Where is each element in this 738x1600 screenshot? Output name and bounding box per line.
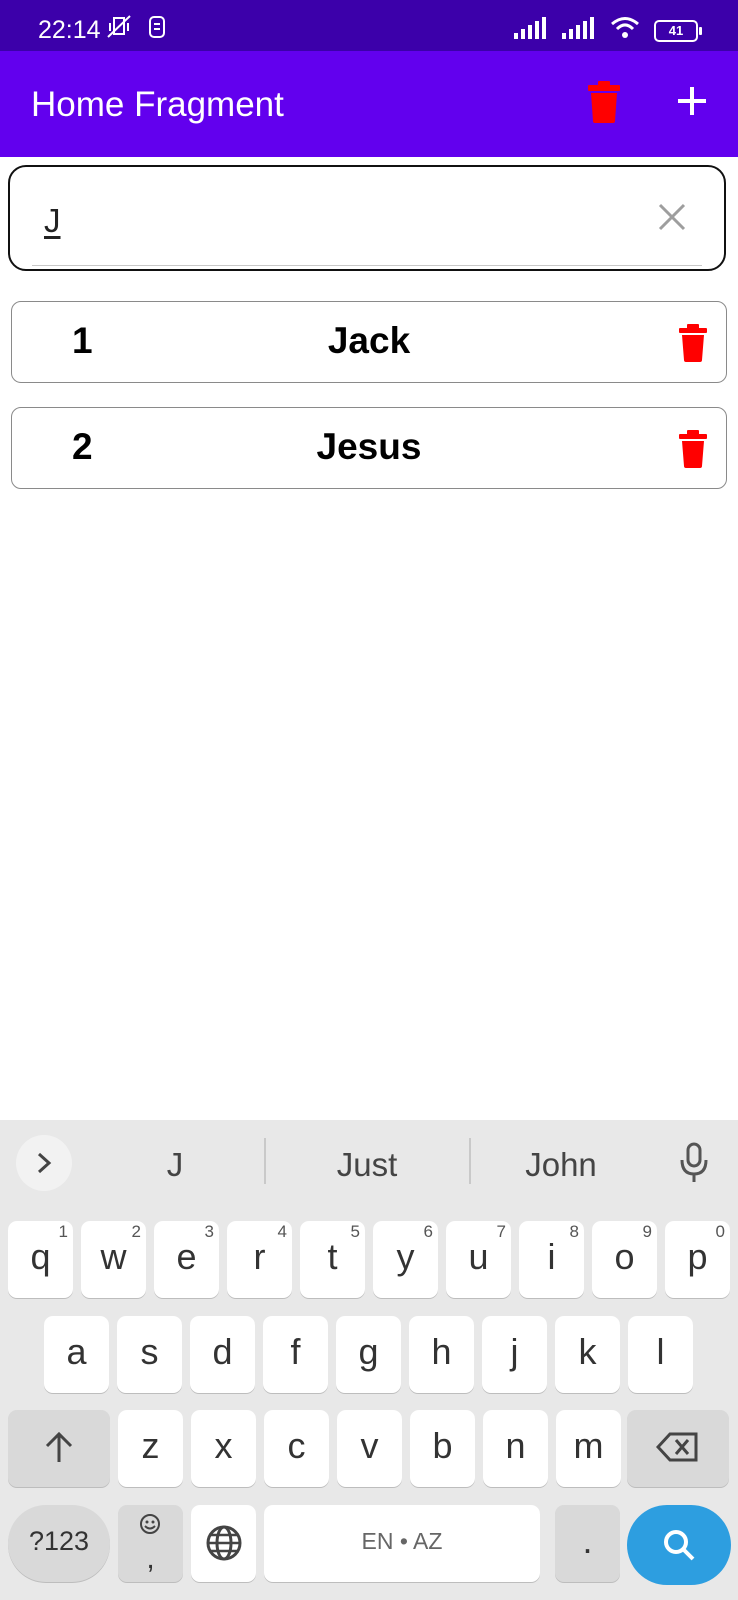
emoji-comma-key[interactable]: , — [118, 1505, 183, 1582]
suggestion-divider — [264, 1138, 266, 1184]
search-input[interactable]: J — [44, 202, 61, 240]
key-q[interactable]: q1 — [8, 1221, 73, 1298]
search-icon — [664, 1530, 695, 1561]
soft-keyboard: J Just John q1w2e3r4t5y6u7i8o9p0 asdfghj… — [0, 1120, 738, 1600]
key-label: w — [100, 1236, 127, 1277]
key-label: q — [30, 1236, 51, 1277]
key-number-hint: 1 — [58, 1222, 68, 1241]
key-label: r — [253, 1236, 266, 1277]
key-number-hint: 7 — [496, 1222, 506, 1241]
key-b[interactable]: b — [410, 1410, 475, 1487]
chevron-right-icon — [37, 1152, 52, 1174]
key-label: e — [176, 1236, 197, 1277]
suggestion-2[interactable]: Just — [300, 1146, 434, 1184]
key-label: t — [327, 1236, 338, 1277]
key-number-hint: 9 — [642, 1222, 652, 1241]
key-a[interactable]: a — [44, 1316, 109, 1393]
key-p[interactable]: p0 — [665, 1221, 730, 1298]
globe-icon — [206, 1525, 241, 1561]
delete-item-button[interactable] — [678, 324, 708, 362]
signal-icon — [514, 17, 548, 44]
search-underline — [32, 265, 702, 266]
key-i[interactable]: i8 — [519, 1221, 584, 1298]
expand-toolbar-button[interactable] — [16, 1135, 72, 1191]
key-n[interactable]: n — [483, 1410, 548, 1487]
signal-icon-2 — [562, 17, 596, 44]
key-label: u — [468, 1236, 489, 1277]
key-w[interactable]: w2 — [81, 1221, 146, 1298]
close-icon — [658, 203, 686, 231]
key-u[interactable]: u7 — [446, 1221, 511, 1298]
status-time: 22:14 — [38, 16, 101, 44]
suggestion-bar: J Just John — [0, 1120, 738, 1200]
trash-icon — [588, 81, 620, 123]
key-number-hint: 4 — [277, 1222, 287, 1241]
key-number-hint: 8 — [569, 1222, 579, 1241]
app-bar: Home Fragment — [0, 51, 738, 157]
key-g[interactable]: g — [336, 1316, 401, 1393]
clear-search-button[interactable] — [656, 201, 688, 233]
comma-label: , — [146, 1542, 155, 1575]
backspace-icon — [655, 1432, 698, 1462]
item-number: 2 — [72, 426, 93, 467]
key-j[interactable]: j — [482, 1316, 547, 1393]
delete-all-button[interactable] — [586, 81, 622, 123]
voice-input-button[interactable] — [676, 1142, 712, 1184]
language-key[interactable] — [191, 1505, 256, 1582]
vibrate-mute-icon — [104, 14, 134, 45]
key-y[interactable]: y6 — [373, 1221, 438, 1298]
suggestion-1[interactable]: J — [140, 1146, 210, 1184]
suggestion-divider — [469, 1138, 471, 1184]
key-r[interactable]: r4 — [227, 1221, 292, 1298]
key-s[interactable]: s — [117, 1316, 182, 1393]
delete-item-button[interactable] — [678, 430, 708, 468]
key-number-hint: 3 — [204, 1222, 214, 1241]
key-label: o — [614, 1236, 635, 1277]
key-number-hint: 0 — [715, 1222, 725, 1241]
key-l[interactable]: l — [628, 1316, 693, 1393]
suggestion-3[interactable]: John — [498, 1146, 624, 1184]
key-v[interactable]: v — [337, 1410, 402, 1487]
key-label: p — [687, 1236, 708, 1277]
key-c[interactable]: c — [264, 1410, 329, 1487]
key-k[interactable]: k — [555, 1316, 620, 1393]
item-name: Jesus — [316, 426, 422, 467]
microphone-icon — [680, 1142, 708, 1182]
search-action-key[interactable] — [627, 1505, 731, 1585]
key-d[interactable]: d — [190, 1316, 255, 1393]
wifi-icon — [610, 16, 640, 45]
trash-icon — [679, 430, 707, 468]
key-o[interactable]: o9 — [592, 1221, 657, 1298]
space-key[interactable]: EN • AZ — [264, 1505, 540, 1582]
search-field[interactable]: J — [8, 165, 726, 271]
key-t[interactable]: t5 — [300, 1221, 365, 1298]
list-item[interactable]: Jesus 2 — [11, 407, 727, 489]
key-f[interactable]: f — [263, 1316, 328, 1393]
symbols-key[interactable]: ?123 — [8, 1505, 110, 1582]
period-key[interactable]: . — [555, 1505, 620, 1582]
key-label: y — [396, 1236, 415, 1277]
key-number-hint: 6 — [423, 1222, 433, 1241]
key-number-hint: 5 — [350, 1222, 360, 1241]
battery-indicator: 41 — [654, 19, 702, 42]
key-z[interactable]: z — [118, 1410, 183, 1487]
backspace-key[interactable] — [627, 1410, 729, 1487]
shift-key[interactable] — [8, 1410, 110, 1487]
key-h[interactable]: h — [409, 1316, 474, 1393]
item-name: Jack — [327, 320, 411, 361]
list-item[interactable]: Jack 1 — [11, 301, 727, 383]
key-e[interactable]: e3 — [154, 1221, 219, 1298]
sim-icon — [148, 15, 166, 44]
page-title: Home Fragment — [31, 85, 284, 124]
add-button[interactable] — [670, 79, 714, 123]
shift-arrow-icon — [45, 1431, 73, 1462]
key-label: i — [547, 1236, 556, 1277]
trash-icon — [679, 324, 707, 362]
plus-icon — [678, 87, 706, 115]
key-m[interactable]: m — [556, 1410, 621, 1487]
key-number-hint: 2 — [131, 1222, 141, 1241]
item-number: 1 — [72, 320, 93, 361]
key-x[interactable]: x — [191, 1410, 256, 1487]
status-bar: 22:14 41 — [0, 0, 738, 51]
